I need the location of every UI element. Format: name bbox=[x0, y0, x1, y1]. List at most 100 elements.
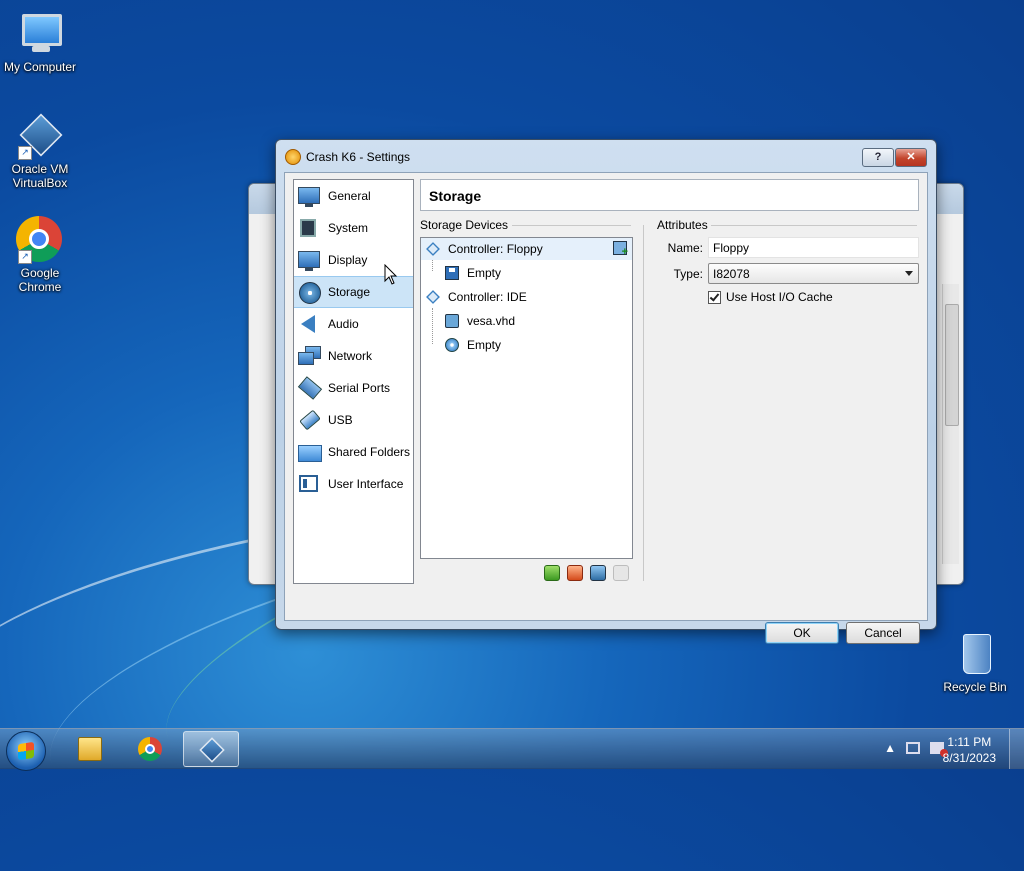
network-icon bbox=[298, 346, 321, 366]
settings-gear-icon bbox=[285, 149, 301, 165]
tree-label: Controller: IDE bbox=[448, 290, 527, 304]
category-label: User Interface bbox=[328, 477, 404, 491]
tree-floppy-empty[interactable]: Empty bbox=[445, 262, 501, 284]
chrome-icon: ↗ bbox=[16, 216, 64, 264]
taskbar-file-explorer[interactable] bbox=[62, 731, 118, 767]
taskbar-virtualbox[interactable] bbox=[183, 731, 239, 767]
category-shared-folders[interactable]: Shared Folders bbox=[294, 436, 413, 468]
desktop-icon-label: Recycle Bin bbox=[943, 680, 1007, 694]
network-tray-icon[interactable] bbox=[906, 742, 920, 754]
category-list[interactable]: General System Display Storage Audio Net… bbox=[293, 179, 414, 584]
host-io-cache-label: Use Host I/O Cache bbox=[726, 290, 833, 304]
storage-devices-label: Storage Devices bbox=[420, 218, 509, 232]
add-attachment-icon[interactable] bbox=[613, 241, 628, 258]
floppy-icon bbox=[445, 266, 459, 280]
controller-icon bbox=[426, 242, 440, 256]
remove-controller-icon[interactable] bbox=[567, 565, 583, 581]
computer-icon bbox=[16, 10, 64, 58]
tree-controller-floppy[interactable]: Controller: Floppy bbox=[421, 238, 632, 260]
category-label: Audio bbox=[328, 317, 359, 331]
host-io-cache-checkbox[interactable] bbox=[708, 290, 721, 304]
type-label: Type: bbox=[673, 267, 703, 281]
usb-icon bbox=[298, 409, 321, 431]
storage-tree[interactable]: Controller: Floppy Empty Controller: IDE… bbox=[420, 237, 633, 559]
ok-button[interactable]: OK bbox=[765, 622, 839, 644]
desktop-icon-label: Oracle VM VirtualBox bbox=[11, 162, 69, 190]
dialog-client: General System Display Storage Audio Net… bbox=[284, 172, 928, 644]
chevron-down-icon bbox=[905, 271, 913, 276]
host-io-cache-option[interactable]: Use Host I/O Cache bbox=[708, 290, 833, 304]
category-network[interactable]: Network bbox=[294, 340, 413, 372]
help-button[interactable]: ? bbox=[862, 148, 894, 167]
add-controller-icon[interactable] bbox=[544, 565, 560, 581]
tree-ide-disk[interactable]: vesa.vhd bbox=[445, 310, 515, 332]
category-label: General bbox=[328, 189, 371, 203]
clock-date: 8/31/2023 bbox=[942, 751, 996, 765]
desktop-icon-my-computer[interactable]: My Computer bbox=[0, 10, 80, 74]
type-value: I82078 bbox=[713, 267, 750, 281]
remove-attachment-icon bbox=[613, 565, 629, 581]
scrollbar-thumb[interactable] bbox=[945, 304, 959, 426]
storage-icon bbox=[298, 282, 321, 304]
virtualbox-icon bbox=[199, 737, 225, 763]
serial-ports-icon bbox=[297, 376, 323, 400]
clock[interactable]: 1:11 PM 8/31/2023 bbox=[943, 734, 996, 766]
general-icon bbox=[298, 186, 320, 207]
category-audio[interactable]: Audio bbox=[294, 308, 413, 340]
tree-controller-ide[interactable]: Controller: IDE bbox=[426, 286, 527, 308]
desktop-icon-virtualbox[interactable]: ↗ Oracle VM VirtualBox bbox=[0, 112, 80, 190]
category-label: Network bbox=[328, 349, 373, 363]
close-button[interactable]: ✕ bbox=[895, 148, 927, 167]
tree-ide-empty[interactable]: Empty bbox=[445, 334, 501, 356]
category-label: Display bbox=[328, 253, 368, 267]
desktop-icon-label: Google Chrome bbox=[18, 266, 62, 294]
group-divider bbox=[711, 225, 917, 226]
group-divider bbox=[512, 225, 631, 226]
scrollbar[interactable] bbox=[942, 284, 959, 564]
add-attachment-icon[interactable] bbox=[590, 565, 606, 581]
taskbar: ▲ 1:11 PM 8/31/2023 bbox=[0, 728, 1024, 771]
category-label: USB bbox=[328, 413, 353, 427]
tree-label: Controller: Floppy bbox=[448, 242, 543, 256]
category-general[interactable]: General bbox=[294, 180, 413, 212]
name-field[interactable]: Floppy bbox=[708, 237, 919, 258]
dialog-title: Crash K6 - Settings bbox=[306, 150, 411, 164]
cancel-button[interactable]: Cancel bbox=[846, 622, 920, 644]
chevron-up-icon[interactable]: ▲ bbox=[884, 741, 896, 755]
start-button[interactable] bbox=[6, 731, 46, 771]
category-label: Shared Folders bbox=[328, 445, 411, 459]
category-system[interactable]: System bbox=[294, 212, 413, 244]
user-interface-icon bbox=[298, 474, 320, 494]
display-icon bbox=[298, 250, 320, 271]
controller-icon bbox=[426, 290, 440, 304]
type-select[interactable]: I82078 bbox=[708, 263, 919, 284]
clock-time: 1:11 PM bbox=[947, 735, 992, 749]
category-label: Serial Ports bbox=[328, 381, 391, 395]
desktop-icon-label: My Computer bbox=[3, 60, 77, 74]
page-title: Storage bbox=[429, 188, 482, 204]
name-label: Name: bbox=[667, 241, 703, 255]
recycle-bin-icon bbox=[951, 630, 999, 678]
optical-disc-icon bbox=[445, 338, 459, 352]
taskbar-chrome[interactable] bbox=[122, 731, 178, 767]
category-serial-ports[interactable]: Serial Ports bbox=[294, 372, 413, 404]
settings-dialog: Crash K6 - Settings ? ✕ General System D… bbox=[275, 139, 937, 644]
hard-disk-icon bbox=[445, 314, 459, 328]
show-desktop-button[interactable] bbox=[1009, 729, 1024, 769]
shared-folders-icon bbox=[298, 442, 322, 462]
attributes-label: Attributes bbox=[657, 218, 708, 232]
tree-label: vesa.vhd bbox=[467, 314, 516, 328]
desktop-icon-recycle-bin[interactable]: Recycle Bin bbox=[935, 630, 1015, 694]
desktop-icon-chrome[interactable]: ↗ Google Chrome bbox=[0, 216, 80, 294]
tree-label: Empty bbox=[467, 266, 502, 280]
system-icon bbox=[298, 218, 320, 238]
category-usb[interactable]: USB bbox=[294, 404, 413, 436]
audio-icon bbox=[298, 314, 320, 334]
category-label: Storage bbox=[328, 285, 371, 299]
chrome-icon bbox=[138, 737, 162, 761]
name-value: Floppy bbox=[713, 241, 750, 255]
dialog-titlebar[interactable]: Crash K6 - Settings ? ✕ bbox=[276, 140, 936, 172]
category-user-interface[interactable]: User Interface bbox=[294, 468, 413, 500]
category-label: System bbox=[328, 221, 369, 235]
virtualbox-icon: ↗ bbox=[16, 112, 64, 160]
